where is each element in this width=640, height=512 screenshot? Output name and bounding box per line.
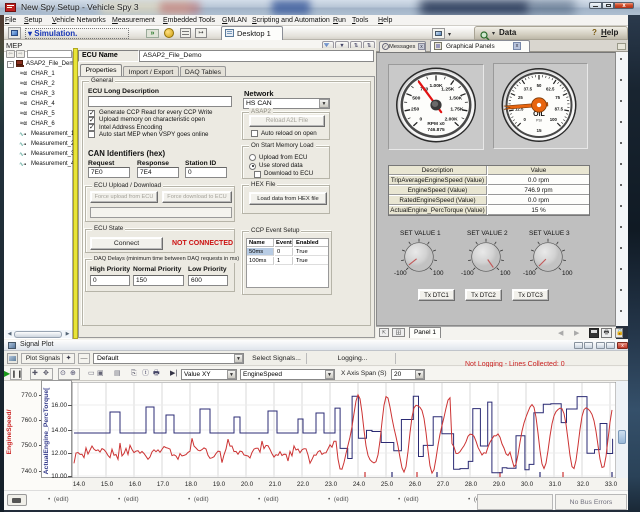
svg-text:PSI: PSI: [536, 119, 542, 123]
svg-text:100: 100: [550, 117, 558, 122]
svg-text:75: 75: [555, 95, 560, 100]
svg-text:0: 0: [420, 117, 423, 123]
svg-text:2.00K: 2.00K: [445, 117, 459, 123]
svg-text:62.5: 62.5: [546, 86, 555, 91]
svg-text:25: 25: [518, 95, 523, 100]
svg-text:1.25K: 1.25K: [441, 86, 455, 92]
svg-text:500: 500: [412, 95, 420, 101]
svg-text:87.5: 87.5: [555, 107, 564, 112]
svg-text:RPM x0: RPM x0: [427, 121, 445, 127]
svg-text:1.75K: 1.75K: [450, 107, 464, 113]
svg-text:15: 15: [536, 128, 542, 133]
svg-text:1.50K: 1.50K: [449, 95, 463, 101]
svg-text:250: 250: [411, 107, 419, 113]
svg-text:746.875: 746.875: [427, 127, 445, 133]
svg-text:50: 50: [537, 83, 542, 88]
svg-text:37.5: 37.5: [524, 86, 533, 91]
